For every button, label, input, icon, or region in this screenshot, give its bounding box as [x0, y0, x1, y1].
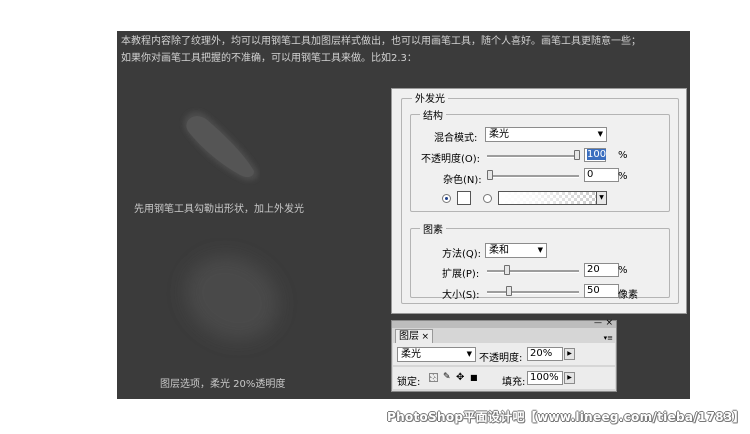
move-icon[interactable]: ✥ — [456, 373, 465, 383]
caption-layer-options: 图层选项，柔光 20%透明度 — [160, 379, 286, 390]
technique-value: 柔和 — [489, 245, 509, 256]
chevron-down-icon: ▼ — [537, 246, 543, 254]
close-icon[interactable]: × — [605, 318, 613, 328]
chevron-right-icon[interactable]: ▶ — [564, 372, 575, 384]
minimize-icon[interactable]: — — [594, 318, 602, 327]
opacity-label: 不透明度(O): — [421, 154, 481, 165]
size-slider-handle[interactable] — [506, 286, 512, 296]
elements-title: 图素 — [420, 221, 446, 236]
caption-pen-shape: 先用钢笔工具勾勒出形状，加上外发光 — [134, 204, 304, 215]
noise-unit: % — [618, 171, 628, 182]
tutorial-intro: 本教程内容除了纹理外，均可以用钢笔工具加图层样式做出，也可以用画笔工具，随个人喜… — [121, 33, 686, 67]
tutorial-line-2: 如果你对画笔工具把握的不准确，可以用钢笔工具来做。比如2.3： — [121, 53, 417, 64]
size-input[interactable]: 50 — [584, 284, 619, 298]
lock-label: 锁定: — [397, 377, 421, 388]
opacity-slider-track[interactable] — [487, 155, 579, 158]
blend-mode-value: 柔光 — [489, 129, 509, 140]
fill-label: 填充: — [502, 377, 526, 388]
noise-label: 杂色(N): — [443, 175, 482, 186]
chevron-right-icon[interactable]: ▶ — [564, 348, 575, 360]
blend-mode-select[interactable]: 柔光 ▼ — [485, 127, 607, 142]
noise-input[interactable]: 0 — [584, 168, 619, 182]
spread-slider-handle[interactable] — [504, 265, 511, 275]
layer-opacity-label: 不透明度: — [479, 353, 523, 364]
gradient-radio[interactable] — [483, 194, 492, 203]
layer-opacity-input[interactable]: 20% — [527, 347, 563, 361]
spread-input[interactable]: 20 — [584, 263, 619, 277]
noise-slider-handle[interactable] — [487, 170, 493, 180]
panel-menu-icon[interactable]: ▾≡ — [604, 334, 613, 342]
spread-label: 扩展(P): — [442, 269, 480, 280]
glow-color-swatch[interactable] — [457, 191, 471, 205]
technique-label: 方法(Q): — [442, 249, 482, 260]
lock-icon[interactable]: ■ — [470, 373, 479, 382]
opacity-slider-handle[interactable] — [574, 150, 580, 160]
pen-shape-glow — [183, 111, 259, 181]
brush-icon[interactable]: ✎ — [443, 373, 452, 382]
spread-unit: % — [618, 265, 628, 276]
outer-glow-panel: 外发光 结构 混合模式: 柔光 ▼ 不透明度(O): 100 % 杂色(N): … — [391, 88, 687, 314]
size-label: 大小(S): — [442, 290, 480, 301]
size-unit: 像素 — [618, 290, 638, 301]
chevron-down-icon[interactable]: ▼ — [596, 192, 606, 204]
spread-slider-track[interactable] — [487, 270, 579, 273]
outer-glow-title: 外发光 — [412, 90, 448, 105]
size-slider-track[interactable] — [487, 291, 579, 294]
layer-blend-select[interactable]: 柔光 ▼ — [397, 347, 476, 362]
chevron-down-icon: ▼ — [597, 130, 603, 138]
tab-layers[interactable]: 图层 × — [395, 329, 433, 343]
layers-panel-titlebar[interactable]: — × — [392, 318, 616, 328]
checker-icon[interactable] — [429, 373, 438, 382]
fill-input[interactable]: 100% — [527, 371, 563, 385]
structure-title: 结构 — [420, 107, 446, 122]
layers-panel: — × 图层 × ▾≡ 柔光 ▼ 不透明度: 20% ▶ 锁定: ✎ ✥ ■ 填… — [391, 318, 617, 392]
noise-slider-track[interactable] — [487, 175, 579, 178]
tab-layers-label: 图层 — [399, 331, 419, 342]
blend-mode-label: 混合模式: — [434, 133, 478, 144]
tab-close-icon[interactable]: × — [421, 330, 429, 344]
gradient-picker[interactable]: ▼ — [498, 191, 607, 205]
technique-select[interactable]: 柔和 ▼ — [485, 243, 547, 258]
soft-light-shape — [185, 256, 279, 340]
opacity-unit: % — [618, 150, 628, 161]
layer-blend-value: 柔光 — [401, 349, 421, 360]
tutorial-line-1: 本教程内容除了纹理外，均可以用钢笔工具加图层样式做出，也可以用画笔工具，随个人喜… — [121, 36, 641, 47]
solid-color-radio[interactable] — [442, 194, 451, 203]
chevron-down-icon: ▼ — [466, 350, 472, 358]
gradient-fade — [499, 192, 596, 204]
site-watermark: PhotoShop平面设计吧【www.lineeg.com/tieba/1783… — [387, 410, 745, 424]
opacity-input[interactable]: 100 — [584, 148, 607, 162]
